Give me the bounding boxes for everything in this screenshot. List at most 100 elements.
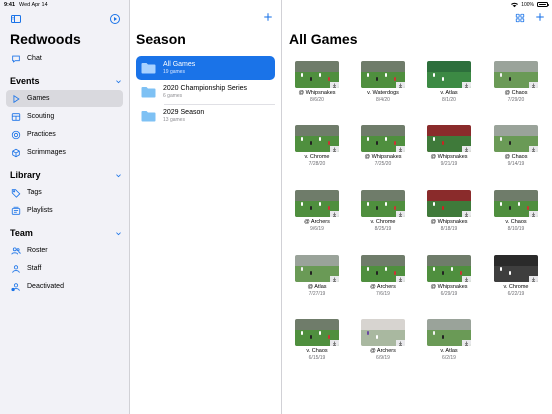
game-opponent: @ Whipsnakes <box>430 284 468 290</box>
plus-icon[interactable] <box>263 12 273 22</box>
grid-icon[interactable] <box>515 13 525 23</box>
game-card[interactable]: v. Chaos 8/10/19 <box>491 190 541 232</box>
game-card[interactable]: @ Whipsnakes 8/18/19 <box>424 190 474 232</box>
game-card[interactable]: @ Whipsnakes 8/6/20 <box>292 61 342 103</box>
game-thumbnail[interactable] <box>361 319 405 346</box>
download-icon[interactable] <box>330 340 339 346</box>
game-thumbnail[interactable] <box>361 255 405 282</box>
player-figure <box>509 141 511 145</box>
game-thumbnail[interactable] <box>427 125 471 152</box>
folder-row[interactable]: 2029 Season 13 games <box>136 104 275 128</box>
player-figure <box>310 141 312 145</box>
sidebar-item-playlists[interactable]: Playlists <box>6 202 123 219</box>
game-opponent: @ Archers <box>370 284 396 290</box>
download-icon[interactable] <box>462 211 471 217</box>
game-thumbnail[interactable] <box>427 319 471 346</box>
sidebar-item-practices[interactable]: Practices <box>6 126 123 143</box>
download-icon[interactable] <box>396 82 405 88</box>
game-card[interactable]: v. Chrome 6/22/19 <box>491 255 541 297</box>
player-figure <box>433 73 435 77</box>
download-icon[interactable] <box>462 276 471 282</box>
download-icon[interactable] <box>396 211 405 217</box>
game-card[interactable]: v. Chrome 8/25/19 <box>358 190 408 232</box>
game-thumbnail[interactable] <box>427 61 471 88</box>
game-thumbnail[interactable] <box>494 61 538 88</box>
game-thumbnail[interactable] <box>295 190 339 217</box>
game-thumbnail[interactable] <box>427 190 471 217</box>
download-icon[interactable] <box>396 276 405 282</box>
game-card[interactable]: @ Whipsnakes 9/21/19 <box>424 125 474 167</box>
game-card[interactable]: v. Chrome 7/28/20 <box>292 125 342 167</box>
sidebar-item-label: Practices <box>27 131 56 138</box>
download-icon[interactable] <box>330 146 339 152</box>
plus-icon[interactable] <box>535 12 545 22</box>
sidebar-item-scrimmages[interactable]: Scrimmages <box>6 144 123 161</box>
sidebar-item-chat[interactable]: Chat <box>6 50 123 67</box>
download-icon[interactable] <box>529 211 538 217</box>
game-card[interactable]: v. Waterdogs 8/4/20 <box>358 61 408 103</box>
game-card[interactable]: @ Atlas 7/27/19 <box>292 255 342 297</box>
game-date: 6/15/19 <box>308 355 326 361</box>
folder-row[interactable]: 2020 Championship Series 6 games <box>136 80 275 104</box>
game-thumbnail[interactable] <box>494 125 538 152</box>
sidebar-item-staff[interactable]: Staff <box>6 260 123 277</box>
player-figure <box>367 137 369 141</box>
download-icon[interactable] <box>529 82 538 88</box>
game-card[interactable]: @ Whipsnakes 7/25/20 <box>358 125 408 167</box>
player-figure <box>518 202 520 206</box>
section-events[interactable]: Events <box>10 76 122 86</box>
sidebar-icon[interactable] <box>10 13 22 25</box>
download-icon[interactable] <box>529 276 538 282</box>
game-date: 7/27/19 <box>308 291 326 297</box>
download-icon[interactable] <box>462 340 471 346</box>
game-thumbnail[interactable] <box>361 125 405 152</box>
player-figure <box>433 137 435 141</box>
game-card[interactable]: @ Archers 7/6/19 <box>358 255 408 297</box>
game-thumbnail[interactable] <box>494 190 538 217</box>
game-thumbnail[interactable] <box>427 255 471 282</box>
download-icon[interactable] <box>330 82 339 88</box>
sidebar-item-label: Playlists <box>27 207 53 214</box>
player-figure <box>433 331 435 335</box>
status-date: Wed Apr 14 <box>19 1 48 8</box>
game-thumbnail[interactable] <box>295 319 339 346</box>
game-card[interactable]: v. Chaos 6/15/19 <box>292 319 342 361</box>
play-circle-icon[interactable] <box>109 13 121 25</box>
game-card[interactable]: @ Chaos 7/29/20 <box>491 61 541 103</box>
player-figure <box>376 77 378 81</box>
game-card[interactable]: @ Chaos 9/14/19 <box>491 125 541 167</box>
battery-icon <box>537 2 549 7</box>
game-thumbnail[interactable] <box>295 255 339 282</box>
game-card[interactable]: v. Atlas 6/2/19 <box>424 319 474 361</box>
download-icon[interactable] <box>330 276 339 282</box>
download-icon[interactable] <box>529 146 538 152</box>
folder-row[interactable]: All Games 19 games <box>136 56 275 80</box>
player-figure <box>376 335 378 339</box>
game-thumbnail[interactable] <box>494 255 538 282</box>
download-icon[interactable] <box>462 82 471 88</box>
game-card[interactable]: @ Archers 9/6/19 <box>292 190 342 232</box>
sidebar-item-tags[interactable]: Tags <box>6 184 123 201</box>
download-icon[interactable] <box>330 211 339 217</box>
game-card[interactable]: @ Archers 6/9/19 <box>358 319 408 361</box>
game-card[interactable]: @ Whipsnakes 6/29/19 <box>424 255 474 297</box>
sidebar-item-roster[interactable]: Roster <box>6 242 123 259</box>
game-opponent: @ Archers <box>370 348 396 354</box>
section-team[interactable]: Team <box>10 228 122 238</box>
sidebar-item-scouting[interactable]: Scouting <box>6 108 123 125</box>
download-icon[interactable] <box>396 340 405 346</box>
game-thumbnail[interactable] <box>361 190 405 217</box>
folder-icon <box>141 87 156 98</box>
chevron-down-icon <box>116 173 121 177</box>
section-library[interactable]: Library <box>10 170 122 180</box>
game-thumbnail[interactable] <box>361 61 405 88</box>
game-card[interactable]: v. Atlas 8/1/20 <box>424 61 474 103</box>
folder-count: 19 games <box>163 68 185 75</box>
game-thumbnail[interactable] <box>295 61 339 88</box>
download-icon[interactable] <box>396 146 405 152</box>
game-thumbnail[interactable] <box>295 125 339 152</box>
sidebar-item-games[interactable]: Games <box>6 90 123 107</box>
sidebar-item-deactivated[interactable]: Deactivated <box>6 278 123 295</box>
download-icon[interactable] <box>462 146 471 152</box>
status-bar: 9:41 Wed Apr 14 100% <box>0 0 552 9</box>
